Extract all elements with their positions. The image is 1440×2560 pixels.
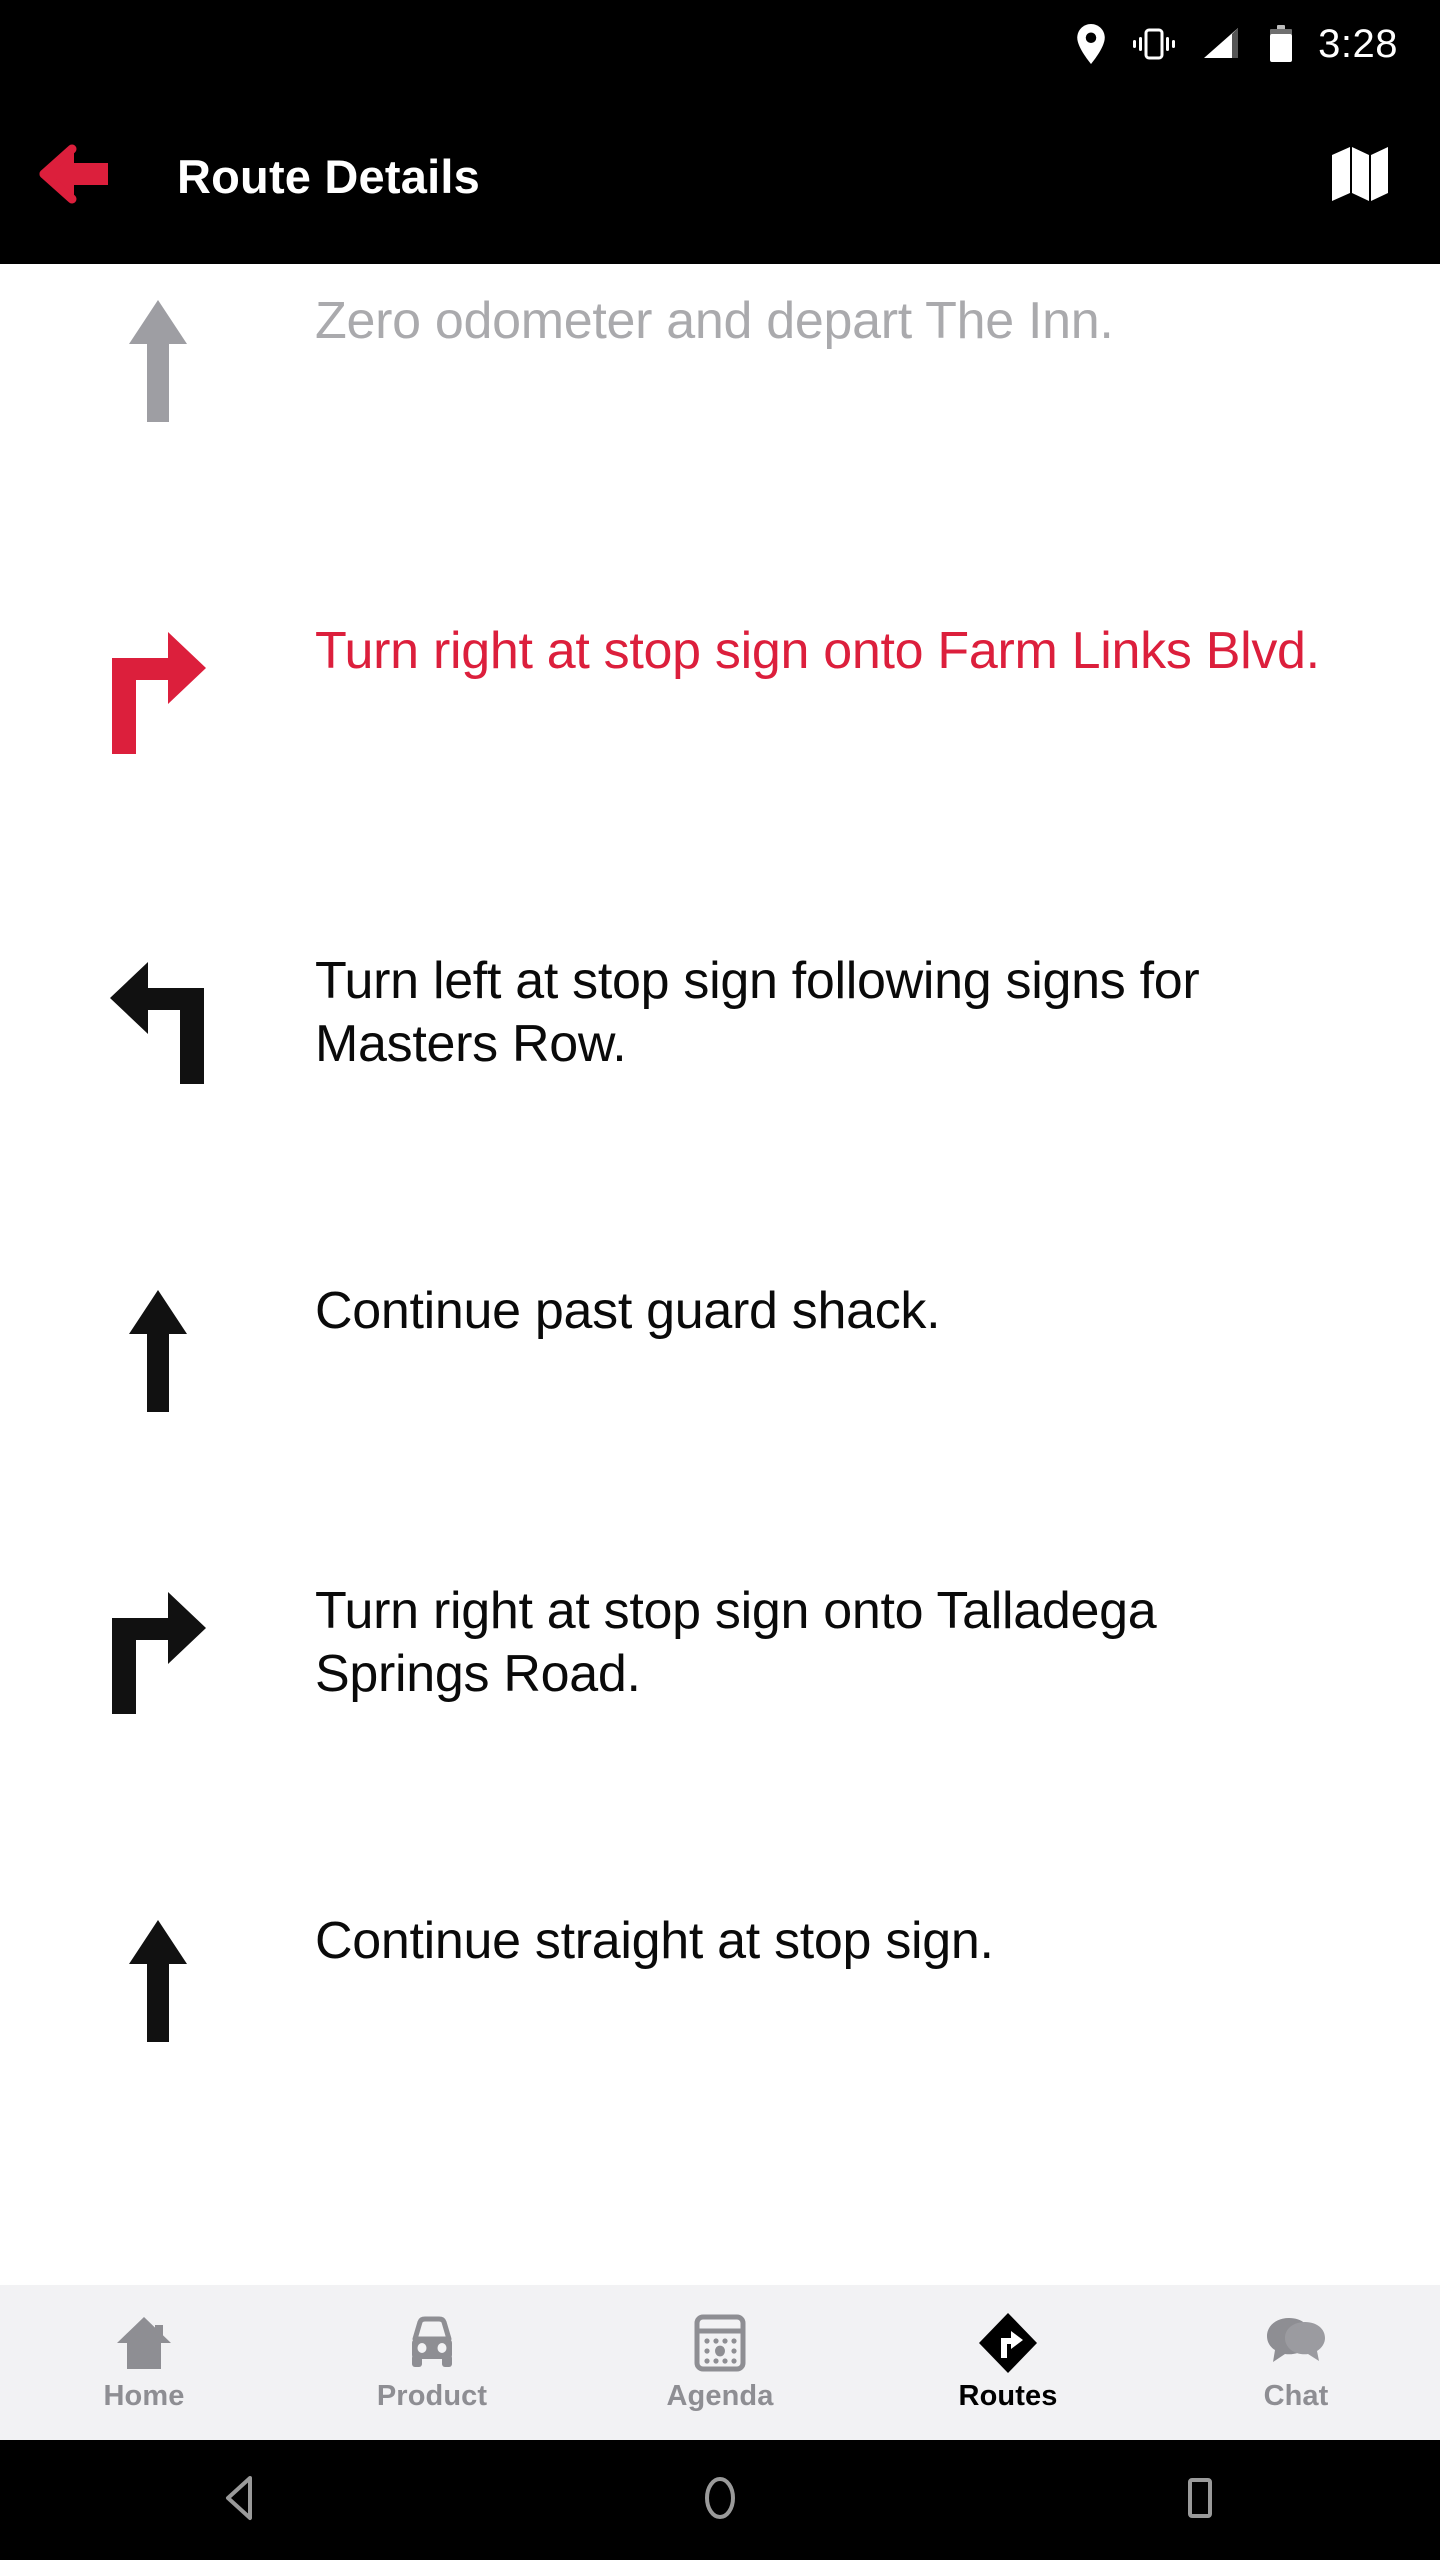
location-pin-icon (1076, 24, 1106, 64)
turn-left-arrow-icon (0, 924, 315, 1086)
vibrate-icon (1130, 24, 1178, 64)
car-icon (403, 2312, 461, 2374)
tab-home[interactable]: Home (0, 2285, 288, 2440)
home-icon (115, 2312, 173, 2374)
nav-back-button[interactable] (140, 2440, 340, 2560)
tab-label: Product (376, 2380, 488, 2412)
nav-home-button[interactable] (620, 2440, 820, 2560)
route-step-item[interactable]: Continue past guard shack. (0, 1254, 1440, 1554)
routes-diamond-icon (978, 2312, 1038, 2374)
route-step-text: Continue past guard shack. (315, 1282, 941, 1340)
tab-label: Routes (958, 2380, 1058, 2412)
straight-arrow-icon (0, 264, 315, 426)
turn-right-arrow-icon (0, 1554, 315, 1716)
route-step-item[interactable]: Continue straight at stop sign. (0, 1884, 1440, 2214)
calendar-icon (694, 2312, 746, 2374)
signal-icon (1202, 24, 1244, 64)
route-step-text: Turn right at stop sign onto Farm Links … (315, 622, 1320, 680)
route-steps-list[interactable]: Zero odometer and depart The Inn. Turn r… (0, 264, 1440, 2264)
tab-label: Home (103, 2380, 185, 2412)
straight-arrow-icon (0, 1254, 315, 1416)
tab-routes[interactable]: Routes (864, 2285, 1152, 2440)
turn-right-arrow-icon (0, 594, 315, 756)
route-step-text: Continue straight at stop sign. (315, 1912, 994, 1970)
route-step-item[interactable]: Turn right at stop sign onto Talladega S… (0, 1554, 1440, 1884)
circle-home-icon (699, 2475, 741, 2526)
route-step-item[interactable]: Turn left at stop sign following signs f… (0, 924, 1440, 1254)
phone-screen: 3:28 Route Details Zero odometer and dep… (0, 0, 1440, 2560)
route-step-item[interactable]: Turn right at stop sign onto Farm Links … (0, 594, 1440, 924)
status-bar: 3:28 (0, 0, 1440, 88)
tab-label: Agenda (666, 2380, 774, 2412)
status-bar-clock: 3:28 (1318, 21, 1398, 66)
page-title: Route Details (177, 149, 480, 203)
square-recents-icon (1183, 2475, 1217, 2526)
battery-icon (1268, 24, 1294, 64)
triangle-back-icon (220, 2475, 260, 2526)
bottom-tab-bar: Home Product Agenda Routes Chat (0, 2285, 1440, 2440)
tab-label: Chat (1263, 2380, 1329, 2412)
status-icon-group (1076, 24, 1294, 64)
android-system-nav (0, 2440, 1440, 2560)
tab-product[interactable]: Product (288, 2285, 576, 2440)
tab-agenda[interactable]: Agenda (576, 2285, 864, 2440)
route-step-item[interactable]: Zero odometer and depart The Inn. (0, 264, 1440, 594)
chat-bubbles-icon (1265, 2312, 1327, 2374)
back-button[interactable] (0, 88, 150, 264)
straight-arrow-icon (0, 1884, 315, 2046)
route-step-text: Zero odometer and depart The Inn. (315, 292, 1114, 350)
tab-chat[interactable]: Chat (1152, 2285, 1440, 2440)
map-button[interactable] (1280, 88, 1440, 264)
map-icon (1330, 143, 1390, 210)
route-step-text: Turn left at stop sign following signs f… (315, 952, 1200, 1074)
back-arrow-icon (38, 144, 112, 209)
route-step-text: Turn right at stop sign onto Talladega S… (315, 1582, 1157, 1704)
app-bar: Route Details (0, 88, 1440, 264)
nav-recents-button[interactable] (1100, 2440, 1300, 2560)
